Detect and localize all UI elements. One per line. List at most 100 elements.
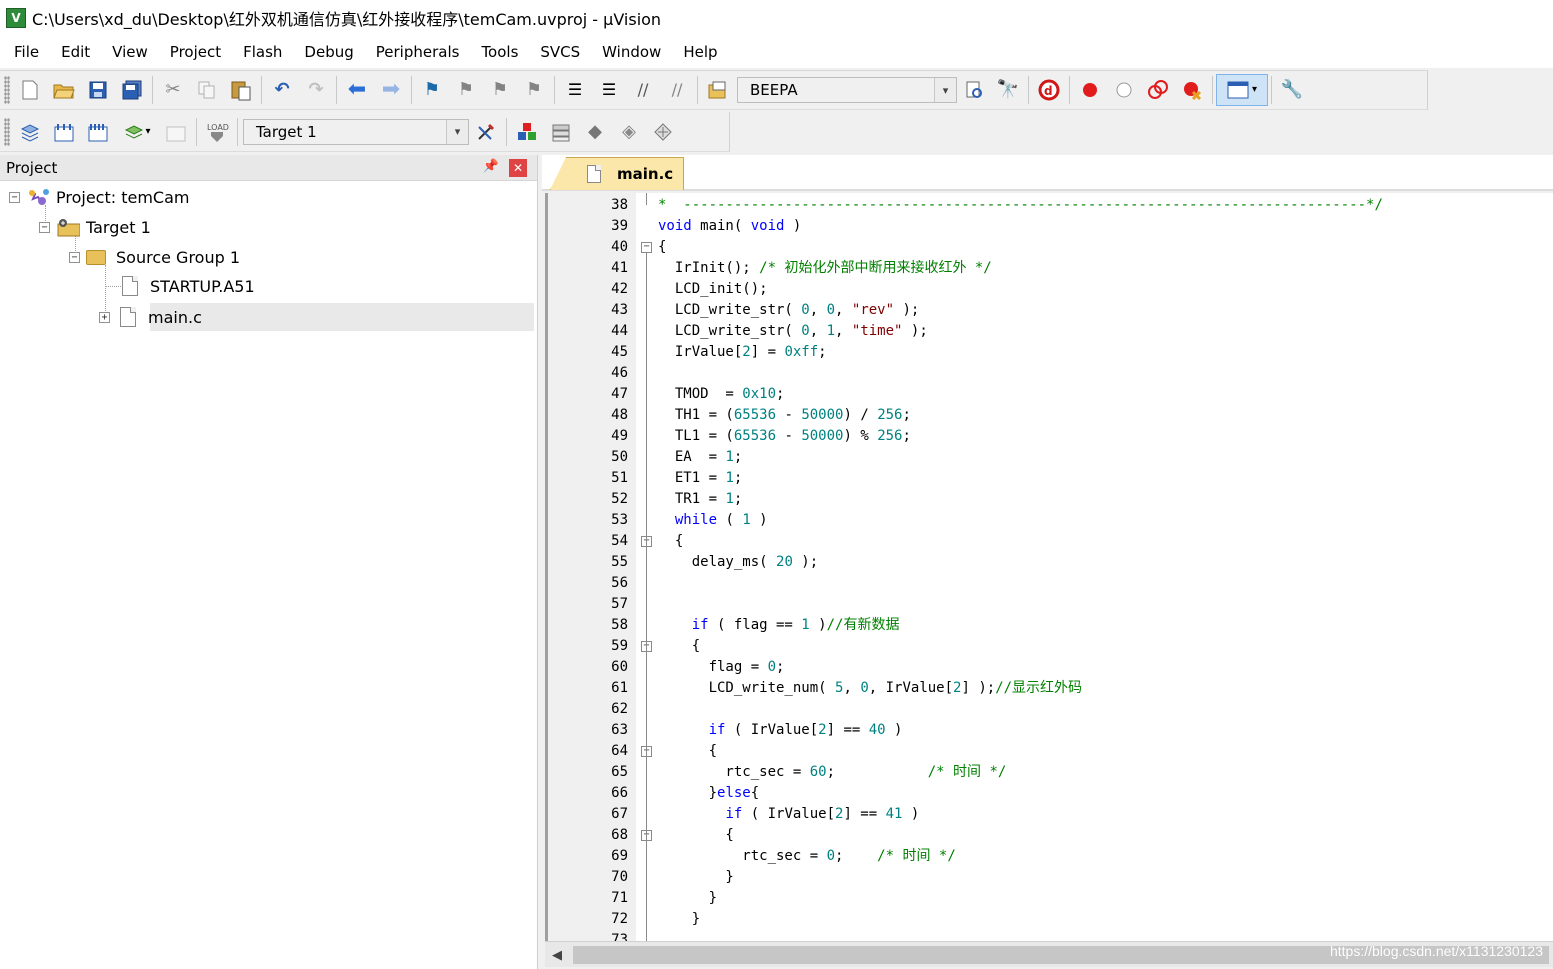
menu-debug[interactable]: Debug xyxy=(293,38,364,66)
software-components-icon[interactable]: ◈ xyxy=(612,116,646,148)
new-file-icon[interactable] xyxy=(13,74,47,106)
build-icon[interactable] xyxy=(47,116,81,148)
menu-view[interactable]: View xyxy=(101,38,159,66)
code-line: 70 } xyxy=(548,867,1553,888)
save-icon[interactable] xyxy=(81,74,115,106)
toolbar-separator xyxy=(1028,76,1029,104)
disable-breakpoint-icon[interactable] xyxy=(1107,74,1141,106)
select-packs-icon[interactable] xyxy=(544,116,578,148)
tab-main-c[interactable]: main.c xyxy=(550,157,684,190)
open-file-icon[interactable] xyxy=(47,74,81,106)
disable-all-breakpoints-icon[interactable] xyxy=(1141,74,1175,106)
chevron-down-icon[interactable]: ▾ xyxy=(934,78,956,102)
tree-item-startup-file[interactable]: STARTUP.A51 xyxy=(118,273,255,299)
chevron-down-icon[interactable]: ▾ xyxy=(446,119,468,144)
comment-icon[interactable]: // xyxy=(626,74,660,106)
navigate-forward-icon[interactable]: ➡ xyxy=(374,74,408,106)
code-text: TL1 = (65536 - 50000) % 256; xyxy=(658,428,911,444)
collapse-icon[interactable]: − xyxy=(39,221,50,233)
line-number: 49 xyxy=(611,428,628,444)
find-symbol-icon[interactable]: 🔭 xyxy=(991,74,1025,106)
find-combo[interactable]: BEEPA ▾ xyxy=(737,77,957,103)
code-line: 48 TH1 = (65536 - 50000) / 256; xyxy=(548,405,1553,426)
bookmark-icon[interactable]: ⚑ xyxy=(415,74,449,106)
stop-build-icon[interactable] xyxy=(159,116,193,148)
tree-label-source-group: Source Group 1 xyxy=(116,247,241,267)
window-layout-icon[interactable]: ▾ xyxy=(1216,74,1268,106)
code-line: 68− { xyxy=(548,825,1553,846)
toolbar-grip[interactable] xyxy=(4,117,10,146)
kill-all-breakpoints-icon[interactable] xyxy=(1175,74,1209,106)
line-number: 70 xyxy=(611,869,628,885)
target-combo[interactable]: Target 1 ▾ xyxy=(243,118,469,145)
tree-item-target[interactable]: − Target 1 xyxy=(39,214,151,240)
selected-row-highlight xyxy=(150,303,534,331)
menu-help[interactable]: Help xyxy=(672,38,728,66)
code-text: } xyxy=(658,869,734,885)
configure-wrench-icon[interactable]: 🔧 xyxy=(1275,74,1309,106)
navigate-back-icon[interactable]: ⬅ xyxy=(340,74,374,106)
fold-collapse-icon[interactable]: − xyxy=(641,242,652,253)
indent-icon[interactable]: ☰ xyxy=(558,74,592,106)
line-number: 40 xyxy=(611,239,628,255)
menu-edit[interactable]: Edit xyxy=(50,38,101,66)
collapse-icon[interactable]: − xyxy=(9,191,20,203)
unindent-icon[interactable]: ☰ xyxy=(592,74,626,106)
code-line: 63 if ( IrValue[2] == 40 ) xyxy=(548,720,1553,741)
toolbar-separator xyxy=(336,76,337,104)
batch-build-icon[interactable]: ▾ xyxy=(115,116,159,148)
pin-icon[interactable]: 📌 xyxy=(483,159,499,174)
breakpoint-icon[interactable] xyxy=(1073,74,1107,106)
project-icon xyxy=(26,187,50,207)
translate-icon[interactable] xyxy=(13,116,47,148)
manage-project-items-icon[interactable] xyxy=(510,116,544,148)
event-recorder-icon[interactable] xyxy=(646,116,680,148)
close-icon[interactable]: ✕ xyxy=(509,159,527,177)
menu-project[interactable]: Project xyxy=(159,38,232,66)
tree-item-project[interactable]: − Project: temCam xyxy=(9,184,189,210)
cut-icon[interactable]: ✂ xyxy=(156,74,190,106)
undo-icon[interactable]: ↶ xyxy=(265,74,299,106)
incremental-find-icon[interactable] xyxy=(957,74,991,106)
next-bookmark-icon[interactable]: ⚑ xyxy=(483,74,517,106)
expand-icon[interactable]: + xyxy=(99,311,110,323)
pack-installer-icon[interactable]: ◆ xyxy=(578,116,612,148)
find-in-files-icon[interactable] xyxy=(701,74,735,106)
code-text: { xyxy=(658,239,667,255)
code-text: TH1 = (65536 - 50000) / 256; xyxy=(658,407,911,423)
menu-svcs[interactable]: SVCS xyxy=(529,38,591,66)
file-icon xyxy=(120,307,136,327)
save-all-icon[interactable] xyxy=(115,74,149,106)
menu-window[interactable]: Window xyxy=(591,38,672,66)
rebuild-icon[interactable] xyxy=(81,116,115,148)
svg-text:d: d xyxy=(1044,84,1053,98)
line-number: 62 xyxy=(611,701,628,717)
scroll-left-icon[interactable]: ◀ xyxy=(545,942,569,968)
code-line: 50 EA = 1; xyxy=(548,447,1553,468)
debug-session-icon[interactable]: d xyxy=(1032,74,1066,106)
tree-item-main-file[interactable]: + main.c xyxy=(99,304,202,330)
target-options-icon[interactable] xyxy=(469,116,503,148)
collapse-icon[interactable]: − xyxy=(69,251,80,263)
code-line: 58 if ( flag == 1 )//有新数据 xyxy=(548,615,1553,636)
menu-flash[interactable]: Flash xyxy=(232,38,293,66)
toolbar-separator xyxy=(261,76,262,104)
tree-item-source-group[interactable]: − Source Group 1 xyxy=(69,244,240,270)
clear-bookmarks-icon[interactable]: ⚑ xyxy=(517,74,551,106)
download-load-icon[interactable]: LOAD xyxy=(200,116,234,148)
code-line: 65 rtc_sec = 60; /* 时间 */ xyxy=(548,762,1553,783)
menu-peripherals[interactable]: Peripherals xyxy=(365,38,471,66)
uncomment-icon[interactable]: // xyxy=(660,74,694,106)
line-number: 69 xyxy=(611,848,628,864)
prev-bookmark-icon[interactable]: ⚑ xyxy=(449,74,483,106)
menu-tools[interactable]: Tools xyxy=(470,38,529,66)
toolbar-grip[interactable] xyxy=(4,76,10,104)
code-editor[interactable]: 38 * ------------------------------------… xyxy=(545,193,1553,941)
code-text: { xyxy=(658,827,734,843)
menu-file[interactable]: File xyxy=(3,38,50,66)
copy-icon[interactable] xyxy=(190,74,224,106)
tree-label-target: Target 1 xyxy=(86,217,151,237)
code-line: 56 xyxy=(548,573,1553,594)
redo-icon[interactable]: ↷ xyxy=(299,74,333,106)
paste-icon[interactable] xyxy=(224,74,258,106)
